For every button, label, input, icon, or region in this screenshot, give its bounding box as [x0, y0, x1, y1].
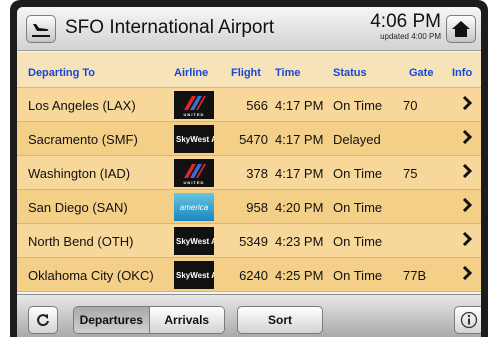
- info-button[interactable]: [454, 306, 481, 334]
- airplane-icon: [32, 24, 50, 37]
- departure-time: 4:17 PM: [275, 98, 324, 113]
- airline-wordmark: UNITED: [183, 179, 205, 185]
- flight-status: On Time: [333, 200, 383, 215]
- departure-time: 4:25 PM: [275, 268, 324, 283]
- departure-time: 4:20 PM: [275, 200, 324, 215]
- airline-logo: SkyWest Airlines: [174, 261, 214, 289]
- column-header-gate[interactable]: Gate: [409, 67, 433, 79]
- chevron-right-icon[interactable]: [462, 95, 473, 113]
- app-screen: SFO International Airport 4:06 PM update…: [17, 7, 481, 337]
- destination-cell: North Bend (OTH): [28, 234, 134, 249]
- bottom-toolbar: Departures Arrivals Sort: [17, 294, 481, 337]
- flights-button[interactable]: [26, 15, 56, 43]
- chevron-right-icon[interactable]: [462, 231, 473, 249]
- airline-logo: UNITED: [174, 91, 214, 119]
- table-row[interactable]: Sacramento (SMF) SkyWest Airlines 5470 4:17…: [17, 122, 481, 156]
- gate: 70: [403, 98, 418, 113]
- airline-logo: SkyWest Airlines: [174, 227, 214, 255]
- refresh-icon: [37, 314, 49, 327]
- chevron-right-icon[interactable]: [462, 197, 473, 215]
- column-header-flight[interactable]: Flight: [231, 67, 261, 79]
- updated-time: updated 4:00 PM: [380, 32, 441, 41]
- arrivals-tab[interactable]: Arrivals: [149, 307, 224, 333]
- flight-status: On Time: [333, 166, 383, 181]
- flight-status: On Time: [333, 234, 383, 249]
- column-header-destination[interactable]: Departing To: [28, 67, 95, 79]
- flight-status: Delayed: [333, 132, 381, 147]
- gate: 75: [403, 166, 418, 181]
- departures-table: Departing To Airline Flight Time Status …: [17, 52, 481, 292]
- departure-time: 4:23 PM: [275, 234, 324, 249]
- virgin-america-logo-icon: america: [174, 193, 214, 221]
- departures-arrivals-toggle: Departures Arrivals: [73, 306, 225, 334]
- table-row[interactable]: North Bend (OTH) SkyWest Airlines 5349 4:23…: [17, 224, 481, 258]
- destination-cell: Sacramento (SMF): [28, 132, 138, 147]
- flight-status: On Time: [333, 98, 383, 113]
- destination-cell: Washington (IAD): [28, 166, 131, 181]
- home-button[interactable]: [446, 15, 476, 43]
- flight-number: 6240: [239, 268, 268, 283]
- refresh-button[interactable]: [28, 306, 58, 334]
- column-header-time[interactable]: Time: [275, 67, 300, 79]
- info-icon: [460, 311, 478, 329]
- departure-time: 4:17 PM: [275, 132, 324, 147]
- united-logo-icon: UNITED: [174, 159, 214, 187]
- current-time: 4:06 PM: [370, 11, 441, 32]
- departures-tab[interactable]: Departures: [74, 307, 150, 333]
- chevron-right-icon[interactable]: [462, 129, 473, 147]
- flight-status: On Time: [333, 268, 383, 283]
- home-icon: [452, 21, 470, 37]
- chevron-right-icon[interactable]: [462, 265, 473, 283]
- clock: 4:06 PM updated 4:00 PM: [370, 12, 441, 42]
- airline-logo: SkyWest Airlines: [174, 125, 214, 153]
- page-title: SFO International Airport: [65, 17, 275, 38]
- table-row[interactable]: Los Angeles (LAX) UNITED 566 4:17 PM On Time…: [17, 88, 481, 122]
- flight-number: 5470: [239, 132, 268, 147]
- airline-logo: america: [174, 193, 214, 221]
- destination-cell: Oklahoma City (OKC): [28, 268, 154, 283]
- skywest-logo-icon: SkyWest Airlines: [174, 261, 214, 289]
- table-row[interactable]: San Diego (SAN) america 958 4:20 PM On Time: [17, 190, 481, 224]
- airline-wordmark: UNITED: [183, 111, 205, 117]
- destination-cell: San Diego (SAN): [28, 200, 128, 215]
- flight-number: 958: [246, 200, 268, 215]
- table-row[interactable]: Oklahoma City (OKC) SkyWest Airlines 6240 4…: [17, 258, 481, 292]
- departure-time: 4:17 PM: [275, 166, 324, 181]
- table-row[interactable]: Washington (IAD) UNITED 378 4:17 PM On Time 7…: [17, 156, 481, 190]
- header-bar: SFO International Airport 4:06 PM update…: [17, 7, 481, 51]
- united-logo-icon: UNITED: [174, 91, 214, 119]
- airline-logo: UNITED: [174, 159, 214, 187]
- column-header-info[interactable]: Info: [452, 67, 472, 79]
- column-header-airline[interactable]: Airline: [174, 67, 208, 79]
- gate: 77B: [403, 268, 427, 283]
- column-header-status[interactable]: Status: [333, 67, 367, 79]
- table-header: Departing To Airline Flight Time Status …: [17, 52, 481, 88]
- skywest-logo-icon: SkyWest Airlines: [174, 125, 214, 153]
- flight-number: 5349: [239, 234, 268, 249]
- skywest-logo-icon: SkyWest Airlines: [174, 227, 214, 255]
- sort-button[interactable]: Sort: [237, 306, 323, 334]
- chevron-right-icon[interactable]: [462, 163, 473, 181]
- destination-cell: Los Angeles (LAX): [28, 98, 136, 113]
- flight-number: 566: [246, 98, 268, 113]
- flight-number: 378: [246, 166, 268, 181]
